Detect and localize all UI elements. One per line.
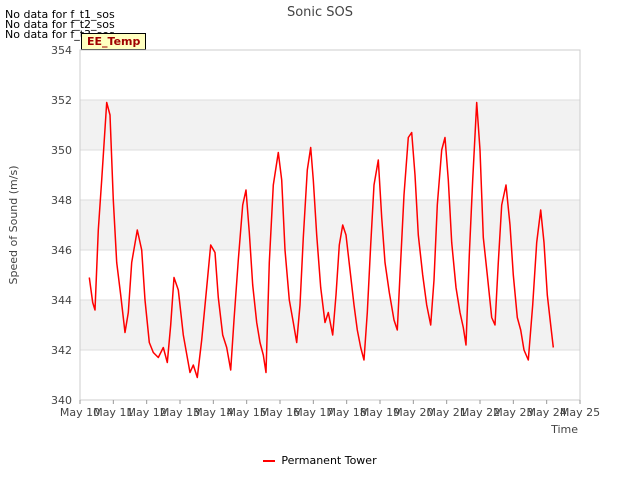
- band-346: [80, 200, 580, 250]
- y-axis-ticks: 340342344346348350352354: [51, 44, 72, 407]
- y-tick-label: 354: [51, 44, 72, 57]
- y-tick-label: 344: [51, 294, 72, 307]
- y-tick-label: 350: [51, 144, 72, 157]
- y-tick-label: 348: [51, 194, 72, 207]
- band-350: [80, 100, 580, 150]
- chart-title: Sonic SOS: [287, 5, 353, 20]
- plot-bands: [80, 100, 580, 350]
- legend-label: Permanent Tower: [281, 454, 377, 467]
- legend: Permanent Tower: [0, 454, 640, 467]
- y-tick-label: 342: [51, 344, 72, 357]
- y-axis-label: Speed of Sound (m/s): [7, 166, 20, 285]
- speed-of-sound-chart: 340342344346348350352354 May 10May 11May…: [7, 5, 600, 436]
- x-axis-ticks: May 10May 11May 12May 13May 14May 15May …: [60, 400, 600, 419]
- y-tick-label: 346: [51, 244, 72, 257]
- x-axis-label: Time: [550, 423, 578, 436]
- y-tick-label: 352: [51, 94, 72, 107]
- x-tick-label: May 25: [560, 406, 600, 419]
- legend-swatch: [263, 460, 276, 462]
